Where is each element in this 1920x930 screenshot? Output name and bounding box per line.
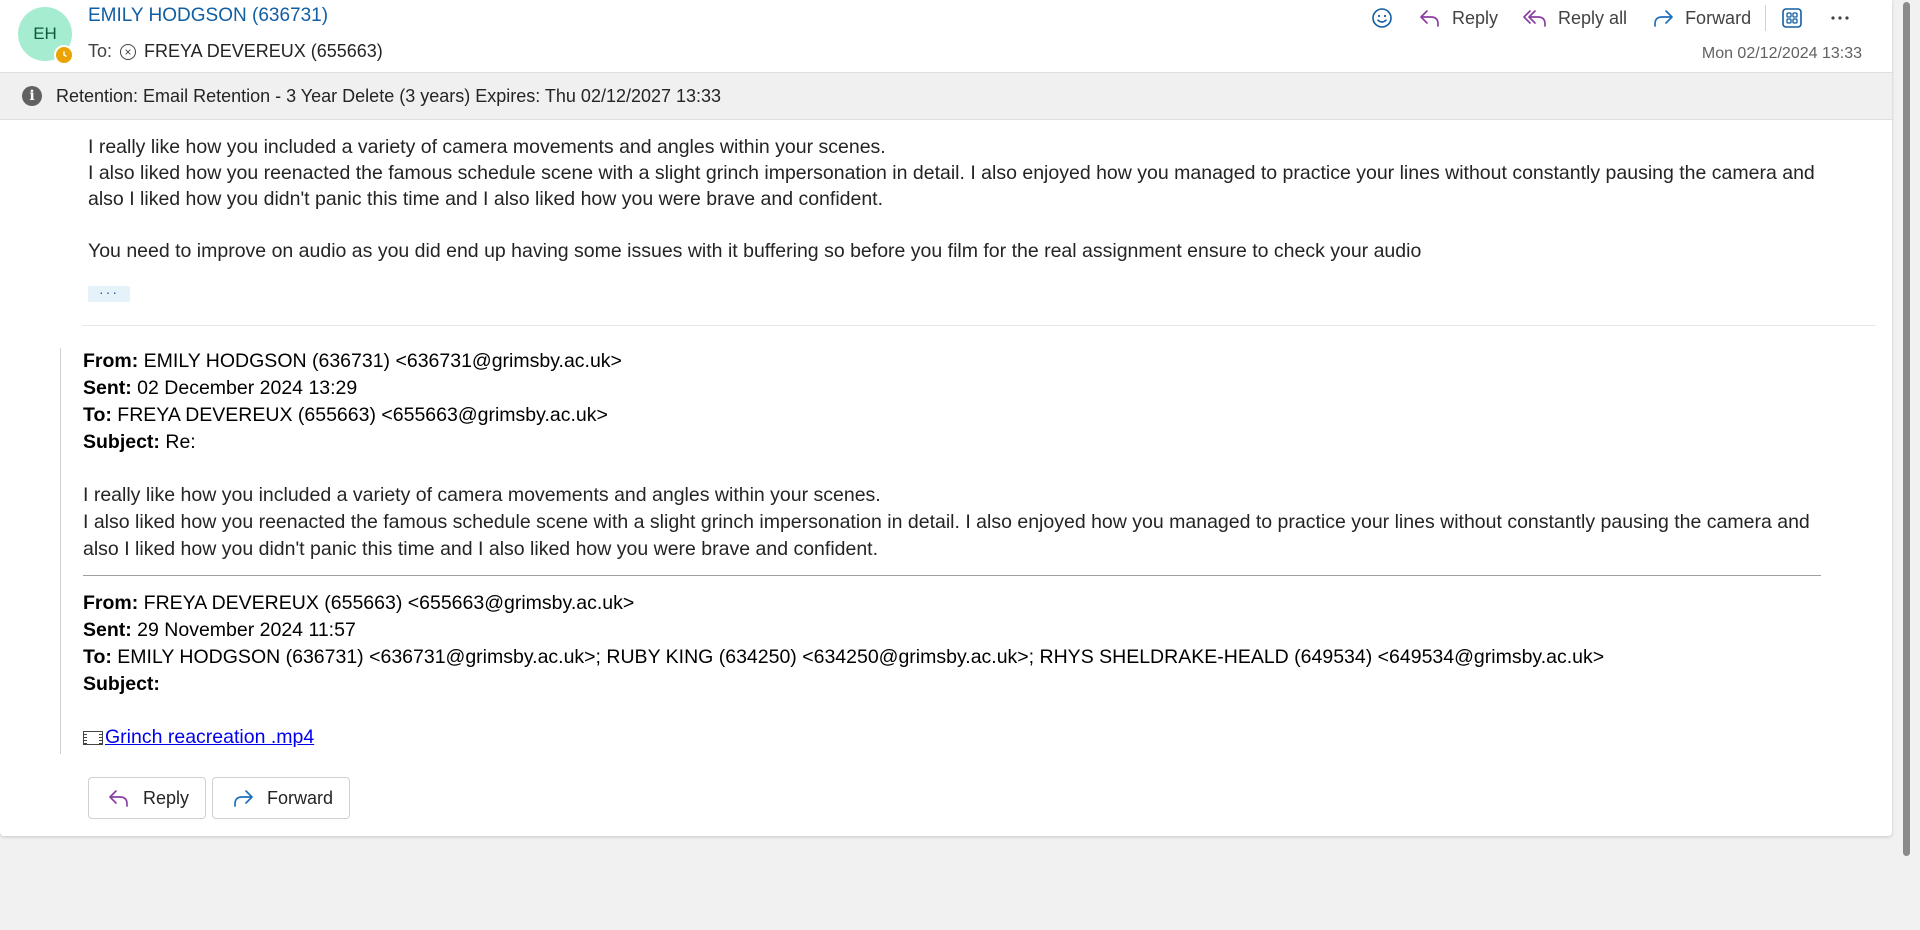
quoted-history: From: EMILY HODGSON (636731) <636731@gri… [60,348,1821,754]
more-icon [1831,16,1849,20]
quoted-subject: Subject: [83,673,160,695]
recipient-line: To: × FREYA DEVEREUX (655663) [88,41,383,62]
body-paragraph: I also liked how you reenacted the famou… [88,162,1815,210]
smiley-icon [1372,8,1392,28]
reading-pane: EH EMILY HODGSON (636731) To: × FREYA DE… [0,0,1892,836]
retention-text: Retention: Email Retention - 3 Year Dele… [56,85,722,106]
body-paragraph: I really like how you included a variety… [88,136,886,158]
quoted-to: To: EMILY HODGSON (636731) <636731@grims… [83,646,1605,668]
quoted-sent: Sent: 02 December 2024 13:29 [83,377,358,399]
quoted-from: From: EMILY HODGSON (636731) <636731@gri… [83,350,622,372]
video-file-icon [83,730,103,745]
footer-actions: Reply Forward [88,777,351,819]
reply-all-button[interactable]: Reply all [1522,7,1627,29]
info-icon: i [22,86,42,106]
toolbar-divider [1765,5,1767,31]
forward-button[interactable]: Forward [1651,7,1751,29]
quoted-sent: Sent: 29 November 2024 11:57 [83,619,356,641]
reply-icon [109,790,128,807]
quoted-paragraph: I also liked how you reenacted the famou… [83,511,1810,560]
body-paragraph: You need to improve on audio as you did … [88,240,1422,262]
react-button[interactable] [1370,6,1394,30]
body-divider [82,325,1876,326]
attachment-link[interactable]: Grinch reacreation .mp4 [105,724,314,751]
reply-all-label: Reply all [1558,7,1628,28]
quoted-separator [83,575,1821,576]
forward-label: Forward [1685,7,1752,28]
to-label: To: [88,41,113,61]
attachment-link-row: Grinch reacreation .mp4 [83,724,1823,751]
presence-away-icon [54,45,74,65]
quoted-to: To: FREYA DEVEREUX (655663) <655663@grim… [83,404,608,426]
show-message-history-button[interactable]: ··· [88,285,130,302]
forward-icon [234,790,253,807]
apps-button[interactable] [1780,6,1804,30]
message-actions-toolbar: Reply Reply all Forward [1370,4,1876,32]
footer-forward-label: Forward [267,787,334,808]
footer-reply-button[interactable]: Reply [88,777,207,819]
sender-name[interactable]: EMILY HODGSON (636731) [88,5,328,27]
message-date: Mon 02/12/2024 13:33 [1701,45,1862,62]
quoted-subject: Subject: Re: [83,431,196,453]
quoted-paragraph: I really like how you included a variety… [83,484,881,506]
forward-icon [1654,10,1673,27]
message-body: I really like how you included a variety… [88,134,1848,264]
reply-all-icon [1523,10,1546,27]
more-actions-button[interactable] [1828,6,1852,30]
quoted-from: From: FREYA DEVEREUX (655663) <655663@gr… [83,592,635,614]
avatar-initials: EH [33,24,57,43]
recipient-status-icon: × [120,43,137,60]
scrollbar-thumb[interactable] [1903,2,1910,856]
reply-label: Reply [1452,7,1499,28]
footer-forward-button[interactable]: Forward [212,777,351,819]
reply-button[interactable]: Reply [1418,7,1498,29]
recipient-name[interactable]: FREYA DEVEREUX (655663) [144,41,383,62]
footer-reply-label: Reply [143,787,190,808]
reply-icon [1420,10,1439,27]
apps-icon [1782,8,1802,28]
retention-bar: i Retention: Email Retention - 3 Year De… [0,72,1892,120]
